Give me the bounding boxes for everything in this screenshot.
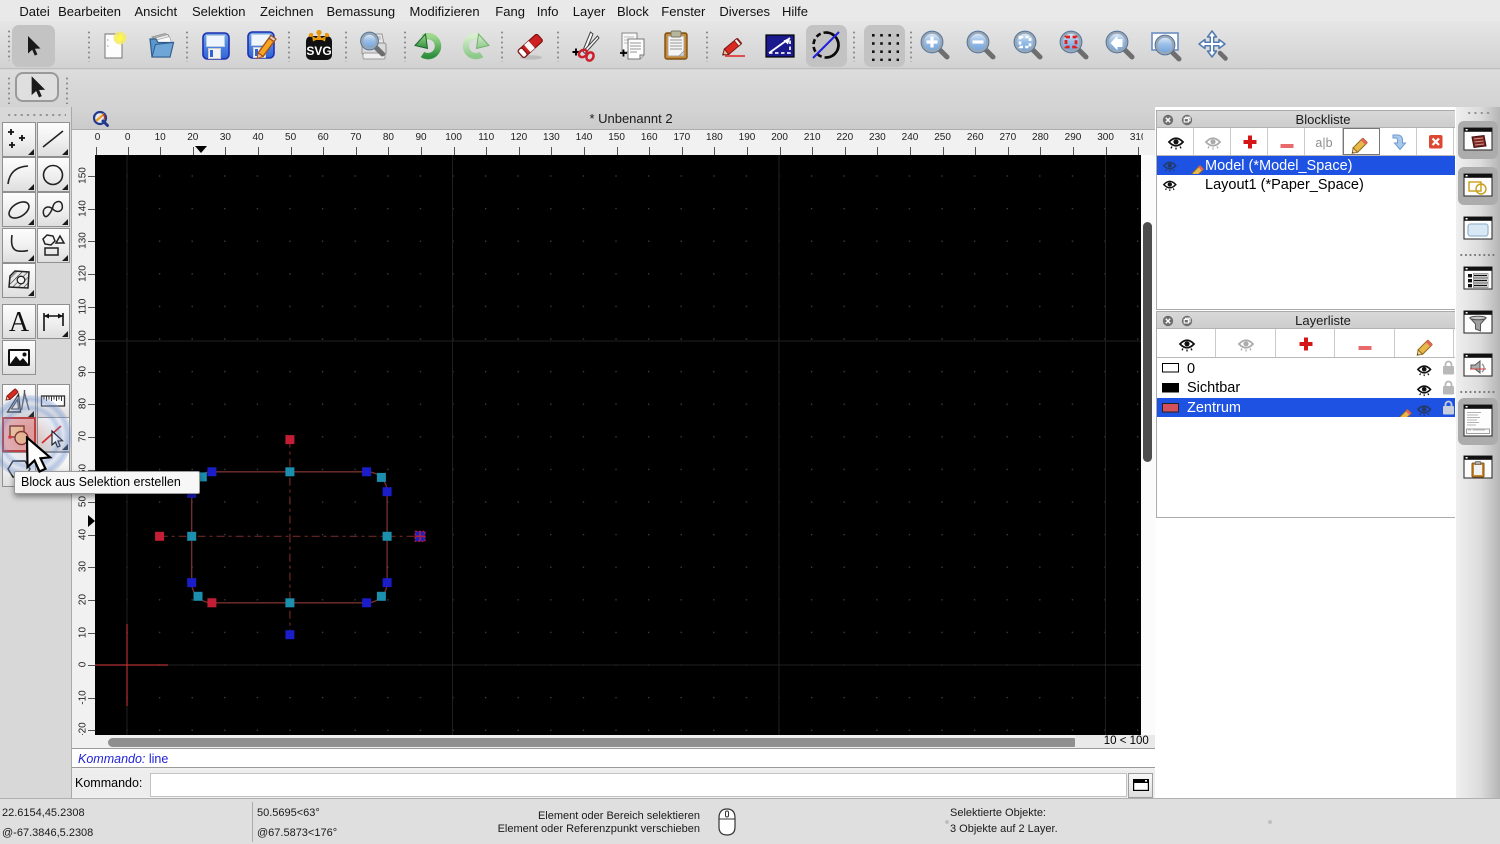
svg-text:A: A — [9, 308, 30, 336]
svg-text:SVG: SVG — [306, 44, 331, 58]
svg-text:a|b: a|b — [1315, 136, 1332, 150]
